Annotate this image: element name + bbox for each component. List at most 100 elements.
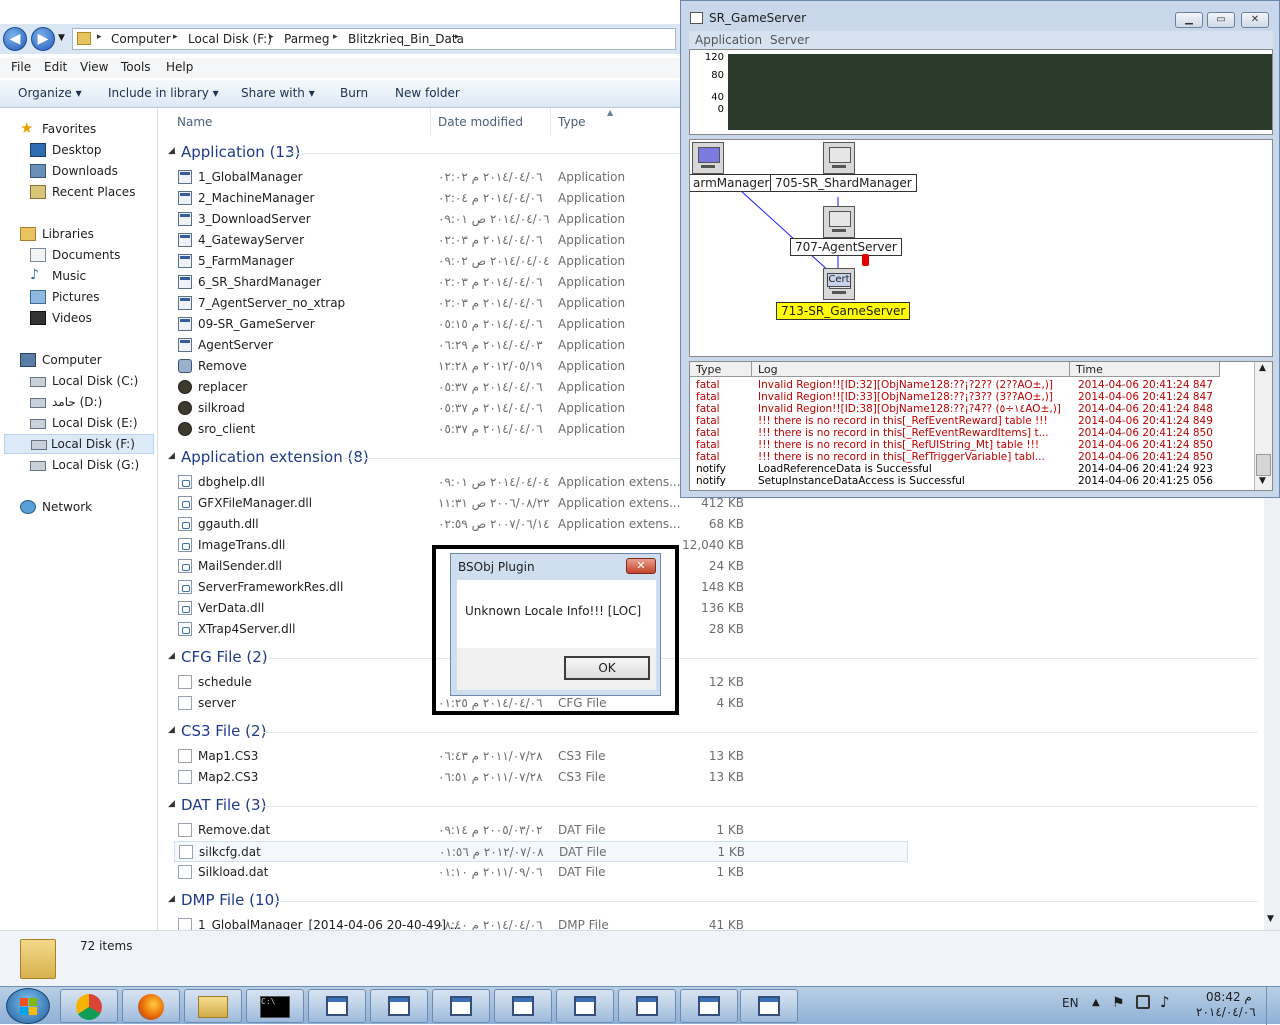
log-scroll-thumb[interactable] [1256, 454, 1271, 476]
breadcrumb-arrow-icon[interactable]: ▸ [173, 32, 178, 42]
collapse-arrow-icon[interactable]: ◢ [168, 799, 175, 809]
collapse-arrow-icon[interactable]: ◢ [168, 725, 175, 735]
nav-documents[interactable]: Documents [30, 246, 150, 266]
file-row[interactable]: server ٢٠١٤/٠٤/٠٦ م ٠١:٢٥ CFG File 4 KB [174, 693, 1264, 714]
maximize-button[interactable]: ▭ [1207, 12, 1235, 28]
column-date[interactable]: Date modified [438, 115, 523, 129]
nav-network[interactable]: Network [20, 498, 150, 518]
breadcrumb-drive[interactable]: Local Disk (F:) [188, 32, 272, 46]
scroll-down-icon[interactable]: ▼ [1267, 914, 1274, 924]
collapse-arrow-icon[interactable]: ◢ [168, 146, 175, 156]
nav-drive-e[interactable]: Local Disk (E:) [30, 414, 150, 434]
log-row[interactable]: fatal !!! there is no record in this[_Ref… [690, 439, 1256, 451]
menu-file[interactable]: File [11, 60, 31, 74]
agent-server-monitor-icon[interactable] [823, 206, 855, 238]
file-row[interactable]: VerData.dll 136 KB [174, 598, 1264, 619]
log-row[interactable]: notify LoadReferenceData is Successful 201… [690, 463, 1256, 475]
organize-button[interactable]: Organize ▾ [18, 86, 82, 100]
collapse-arrow-icon[interactable]: ◢ [168, 451, 175, 461]
file-row[interactable]: Map1.CS3 ٢٠١١/٠٧/٢٨ م ٠٦:٤٣ CS3 File 13 KB [174, 746, 1264, 767]
show-desktop-button[interactable] [1266, 987, 1280, 1025]
file-row[interactable]: Remove.dat ٢٠٠٥/٠٣/٠٢ م ٠٩:١٤ DAT File 1 KB [174, 820, 1264, 841]
menu-server[interactable]: Server [770, 33, 809, 47]
nav-downloads[interactable]: Downloads [30, 162, 150, 182]
column-separator[interactable] [550, 108, 551, 136]
include-in-library-button[interactable]: Include in library ▾ [108, 86, 219, 100]
nav-drive-g[interactable]: Local Disk (G:) [30, 456, 150, 476]
agent-server-label[interactable]: 707-AgentServer [790, 238, 902, 256]
file-row[interactable]: Map2.CS3 ٢٠١١/٠٧/٢٨ م ٠٦:٥١ CS3 File 13 KB [174, 767, 1264, 788]
taskbar-window-8[interactable] [740, 989, 798, 1023]
language-indicator[interactable]: EN [1062, 996, 1079, 1010]
ok-button[interactable]: OK [564, 656, 650, 680]
breadcrumb-folder[interactable]: Blitzkrieq_Bin_Data [348, 32, 464, 46]
taskbar-window-6[interactable] [618, 989, 676, 1023]
taskbar-window-7[interactable] [680, 989, 738, 1023]
column-type[interactable]: Type [558, 115, 586, 129]
shard-manager-label[interactable]: 705-SR_ShardManager [770, 174, 917, 192]
taskbar-window-1[interactable] [308, 989, 366, 1023]
log-row[interactable]: fatal Invalid Region!![ID:32][ObjName128:… [690, 379, 1256, 391]
nav-drive-d[interactable]: حامد (D:) [30, 393, 150, 413]
nav-recent-places[interactable]: Recent Places [30, 183, 150, 203]
nav-music[interactable]: ♪ Music [30, 267, 150, 287]
game-server-label[interactable]: 713-SR_GameServer [776, 302, 911, 320]
log-row[interactable]: fatal Invalid Region!![ID:33][ObjName128:… [690, 391, 1256, 403]
breadcrumb-arrow-icon[interactable]: ▸ [333, 32, 338, 42]
nav-favorites[interactable]: ★ Favorites [20, 119, 150, 140]
close-button[interactable]: ✕ [1241, 12, 1269, 28]
group-header[interactable]: ◢ DMP File (10) [168, 890, 1258, 912]
minimize-button[interactable]: ▁ [1175, 12, 1203, 28]
nav-drive-f[interactable]: Local Disk (F:) [4, 434, 154, 454]
collapse-arrow-icon[interactable]: ◢ [168, 894, 175, 904]
volume-icon[interactable]: ♪ [1160, 993, 1170, 1011]
menu-help[interactable]: Help [166, 60, 193, 74]
taskbar-chrome[interactable] [60, 989, 118, 1023]
taskbar-window-2[interactable] [370, 989, 428, 1023]
scroll-down-icon[interactable]: ▼ [1259, 476, 1266, 486]
taskbar-cmd[interactable]: C:\ [246, 989, 304, 1023]
column-name[interactable]: Name [177, 115, 212, 129]
file-row[interactable]: ggauth.dll ٢٠٠٧/٠٦/١٤ ص ٠٢:٥٩ Application … [174, 514, 1264, 535]
group-header[interactable]: ◢ CS3 File (2) [168, 721, 1258, 743]
file-row[interactable]: XTrap4Server.dll 28 KB [174, 619, 1264, 640]
file-row[interactable]: schedule 12 KB [174, 672, 1264, 693]
farm-manager-monitor-icon[interactable] [692, 142, 724, 174]
group-header[interactable]: ◢ CFG File (2) [168, 647, 1258, 669]
start-button[interactable] [6, 988, 50, 1024]
farm-manager-label[interactable]: armManager [690, 174, 775, 192]
clock-time[interactable]: 08:42 م [1206, 990, 1252, 1004]
nav-libraries[interactable]: Libraries [20, 225, 150, 245]
share-with-button[interactable]: Share with ▾ [241, 86, 315, 100]
file-row[interactable]: Silkload.dat ٢٠١١/٠٩/٠٦ م ٠١:١٠ DAT File 1 … [174, 862, 1264, 883]
new-folder-button[interactable]: New folder [395, 86, 460, 100]
log-row[interactable]: fatal !!! there is no record in this[_Ref… [690, 451, 1256, 463]
menu-application[interactable]: Application [695, 33, 762, 47]
address-bar[interactable]: ▸ Computer ▸ Local Disk (F:) ▸ Parmeg ▸ … [72, 28, 676, 50]
log-header-time[interactable]: Time [1070, 362, 1220, 377]
burn-button[interactable]: Burn [340, 86, 368, 100]
breadcrumb-arrow-icon[interactable]: ▸ [455, 32, 460, 42]
back-button[interactable]: ◀ [3, 27, 27, 51]
taskbar-window-4[interactable] [494, 989, 552, 1023]
menu-edit[interactable]: Edit [44, 60, 67, 74]
recent-pages-icon[interactable]: ▼ [58, 33, 65, 43]
column-separator[interactable] [430, 108, 431, 136]
flag-icon[interactable]: ⚑ [1112, 995, 1125, 1011]
breadcrumb-arrow-icon[interactable]: ▸ [97, 32, 102, 42]
taskbar-window-3[interactable] [432, 989, 490, 1023]
taskbar-window-5[interactable] [556, 989, 614, 1023]
taskbar-firefox[interactable] [122, 989, 180, 1023]
nav-videos[interactable]: Videos [30, 309, 150, 329]
show-hidden-icons-icon[interactable]: ▲ [1092, 997, 1100, 1008]
log-scrollbar[interactable]: ▲ ▼ [1254, 362, 1272, 490]
log-row[interactable]: fatal !!! there is no record in this[_Ref… [690, 415, 1256, 427]
file-row[interactable]: silkcfg.dat ٢٠١٢/٠٧/٠٨ م ٠١:٥٦ DAT File 1 K… [174, 841, 908, 862]
collapse-arrow-icon[interactable]: ◢ [168, 651, 175, 661]
dialog-close-button[interactable]: ✕ [626, 558, 656, 574]
log-row[interactable]: fatal !!! there is no record in this[_Ref… [690, 427, 1256, 439]
log-row[interactable]: notify SetupInstanceDataAccess is Success… [690, 475, 1256, 487]
log-header-log[interactable]: Log [752, 362, 1070, 377]
breadcrumb-arrow-icon[interactable]: ▸ [269, 32, 274, 42]
taskbar-explorer[interactable] [184, 989, 242, 1023]
